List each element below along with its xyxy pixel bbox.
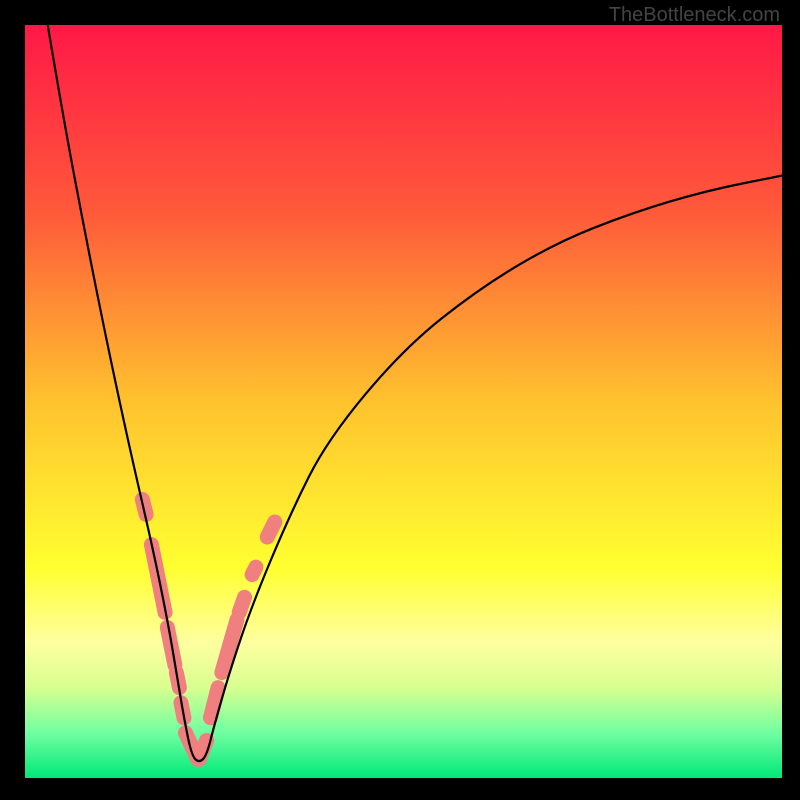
plot-area [25,25,782,778]
marker-segment [267,522,275,537]
marker-segment [222,620,237,673]
marker-segment [252,567,256,575]
curve-markers [142,499,274,759]
main-curve [48,25,782,761]
watermark-text: TheBottleneck.com [609,4,780,27]
chart-curve [25,25,782,778]
marker-segment [239,597,244,612]
